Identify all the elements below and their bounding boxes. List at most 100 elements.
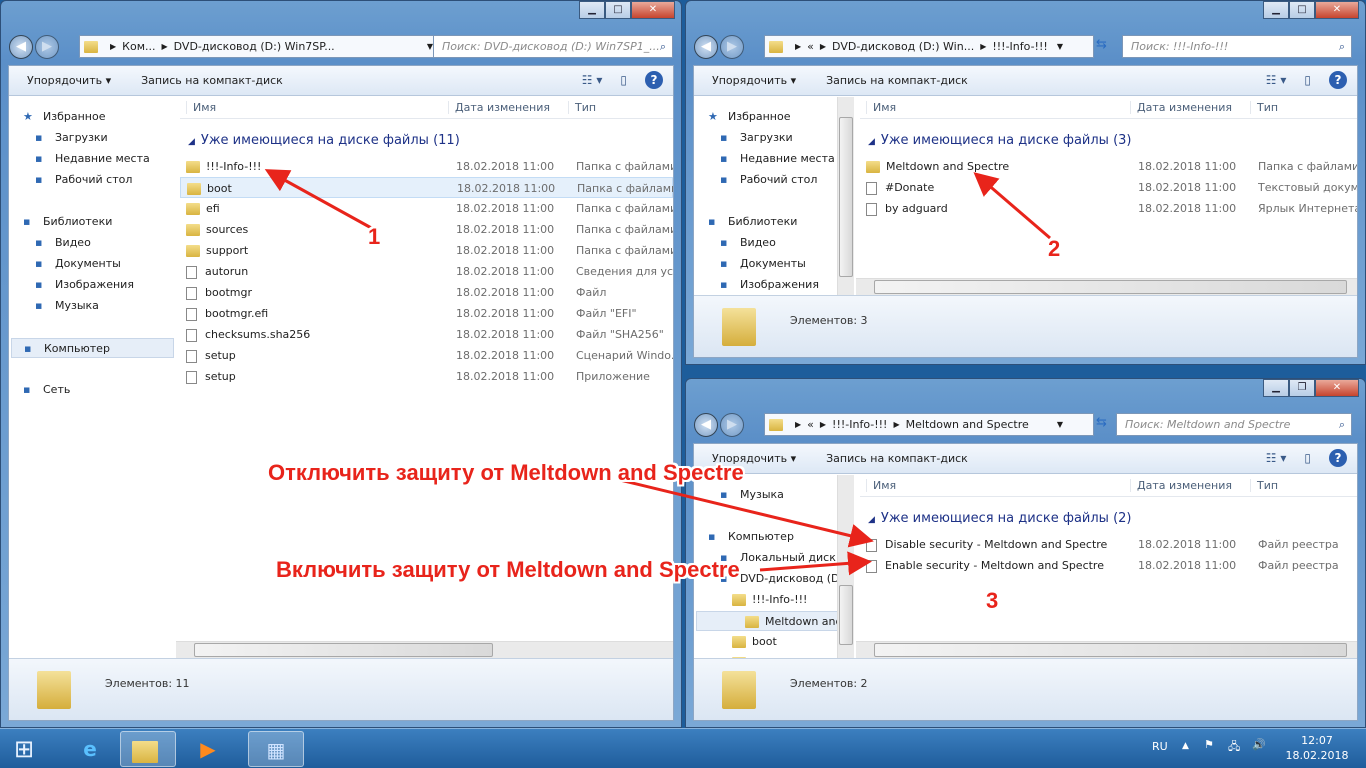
organize-button[interactable]: Упорядочить ▾: [712, 74, 796, 87]
file-row[interactable]: by adguard 18.02.2018 11:00 Ярлык Интернет…: [860, 198, 1357, 219]
column-header[interactable]: Дата изменения: [448, 101, 550, 114]
help-icon[interactable]: ?: [1329, 449, 1347, 467]
file-row[interactable]: bootmgr 18.02.2018 11:00 Файл: [180, 282, 673, 303]
close-button[interactable]: ✕: [1315, 379, 1359, 397]
nav-item[interactable]: Meltdown and Spectre: [696, 611, 854, 631]
breadcrumb-separator-icon[interactable]: ▶: [980, 42, 986, 51]
file-row[interactable]: setup 18.02.2018 11:00 Приложение: [180, 366, 673, 387]
column-header[interactable]: Имя: [866, 101, 896, 114]
change-view-icon[interactable]: ☷ ▾: [582, 73, 603, 87]
close-button[interactable]: ✕: [631, 1, 675, 19]
breadcrumb-separator-icon[interactable]: ▶: [795, 42, 801, 51]
file-row[interactable]: sources 18.02.2018 11:00 Папка с файлами: [180, 219, 673, 240]
nav-item[interactable]: ▪ Изображения: [35, 275, 174, 295]
forward-button[interactable]: ▶: [720, 35, 744, 59]
breadcrumb-separator-icon[interactable]: ▶: [820, 42, 826, 51]
search-icon[interactable]: ⌕: [1339, 418, 1345, 432]
column-header[interactable]: Тип: [1250, 101, 1278, 114]
breadcrumb-separator-icon[interactable]: ▶: [161, 42, 167, 51]
minimize-button[interactable]: ▁: [1263, 1, 1289, 19]
control-panel-button[interactable]: ▦: [248, 731, 304, 767]
horizontal-scrollbar-thumb[interactable]: [194, 643, 493, 657]
organize-button[interactable]: Упорядочить ▾: [27, 74, 111, 87]
search-icon[interactable]: ⌕: [660, 40, 666, 54]
back-button[interactable]: ◀: [694, 413, 718, 437]
back-button[interactable]: ◀: [694, 35, 718, 59]
breadcrumb-item[interactable]: Meltdown and Spectre: [906, 418, 1029, 431]
burn-to-disc-button[interactable]: Запись на компакт-диск: [826, 452, 968, 465]
file-row[interactable]: bootmgr.efi 18.02.2018 11:00 Файл "EFI": [180, 303, 673, 324]
search-input[interactable]: Поиск: Meltdown and Spectre ⌕: [1116, 413, 1352, 436]
nav-item[interactable]: ▪ Библиотеки: [708, 212, 854, 232]
search-icon[interactable]: ⌕: [1339, 40, 1345, 54]
clock[interactable]: 12:07 18.02.2018: [1282, 733, 1352, 763]
breadcrumb-item[interactable]: DVD-дисковод (D:) Win7SP...: [174, 40, 335, 53]
nav-item[interactable]: ★ Избранное: [708, 107, 854, 127]
group-header[interactable]: ◢ Уже имеющиеся на диске файлы (2): [868, 511, 1132, 526]
column-header[interactable]: Имя: [866, 479, 896, 492]
nav-item[interactable]: ▪ Изображения: [720, 275, 854, 295]
file-row[interactable]: support 18.02.2018 11:00 Папка с файлами: [180, 240, 673, 261]
address-bar[interactable]: ▶ Ком... ▶ DVD-дисковод (D:) Win7SP... ▼: [79, 35, 464, 58]
file-row[interactable]: Meltdown and Spectre 18.02.2018 11:00 Папк…: [860, 156, 1357, 177]
group-header[interactable]: ◢ Уже имеющиеся на диске файлы (3): [868, 133, 1132, 148]
change-view-icon[interactable]: ☷ ▾: [1266, 451, 1287, 465]
nav-item[interactable]: ▪ Документы: [35, 254, 174, 274]
burn-to-disc-button[interactable]: Запись на компакт-диск: [141, 74, 283, 87]
file-row[interactable]: boot 18.02.2018 11:00 Папка с файлами: [180, 177, 673, 198]
file-row[interactable]: Disable security - Meltdown and Spectre 1…: [860, 534, 1357, 555]
nav-item[interactable]: boot: [732, 632, 854, 652]
network-tray-icon[interactable]: 🖧: [1228, 738, 1240, 757]
preview-pane-icon[interactable]: ▯: [1304, 451, 1311, 465]
refresh-icon[interactable]: ⇆: [1096, 415, 1107, 430]
back-button[interactable]: ◀: [9, 35, 33, 59]
breadcrumb-item[interactable]: DVD-дисковод (D:) Win...: [832, 40, 974, 53]
horizontal-scrollbar-thumb[interactable]: [874, 643, 1347, 657]
collapse-group-icon[interactable]: ◢: [188, 137, 195, 147]
minimize-button[interactable]: ▁: [579, 1, 605, 19]
file-row[interactable]: checksums.sha256 18.02.2018 11:00 Файл "SH…: [180, 324, 673, 345]
column-header[interactable]: Имя: [186, 101, 216, 114]
breadcrumb-separator-icon[interactable]: ▶: [110, 42, 116, 51]
nav-item[interactable]: ▪ DVD-дисковод (D:): [720, 569, 854, 589]
breadcrumb-separator-icon[interactable]: ▶: [795, 420, 801, 429]
nav-item[interactable]: ▪ Загрузки: [35, 128, 174, 148]
nav-scrollbar-thumb[interactable]: [839, 585, 853, 645]
search-input[interactable]: Поиск: !!!-Info-!!! ⌕: [1122, 35, 1352, 58]
file-row[interactable]: setup 18.02.2018 11:00 Сценарий Windo...: [180, 345, 673, 366]
file-row[interactable]: efi 18.02.2018 11:00 Папка с файлами: [180, 198, 673, 219]
nav-scrollbar[interactable]: [837, 475, 854, 658]
nav-item[interactable]: ▪ Библиотеки: [23, 212, 174, 232]
breadcrumb-item[interactable]: !!!-Info-!!!: [992, 40, 1047, 53]
file-row[interactable]: autorun 18.02.2018 11:00 Сведения для уст.…: [180, 261, 673, 282]
help-icon[interactable]: ?: [645, 71, 663, 89]
nav-item[interactable]: ▪ Рабочий стол: [720, 170, 854, 190]
horizontal-scrollbar[interactable]: [176, 641, 673, 658]
show-hidden-icons-button[interactable]: ▲: [1182, 741, 1189, 751]
address-bar[interactable]: ▶ « ▶ !!!-Info-!!! ▶ Meltdown and Spectre ▼: [764, 413, 1094, 436]
media-player-button[interactable]: ▶: [180, 731, 236, 767]
nav-item[interactable]: ▪ Недавние места: [35, 149, 174, 169]
nav-scrollbar-thumb[interactable]: [839, 117, 853, 277]
collapse-group-icon[interactable]: ◢: [868, 137, 875, 147]
search-input[interactable]: Поиск: DVD-дисковод (D:) Win7SP1_... ⌕: [433, 35, 673, 58]
nav-item[interactable]: ▪ Компьютер: [11, 338, 174, 358]
horizontal-scrollbar-thumb[interactable]: [874, 280, 1347, 294]
forward-button[interactable]: ▶: [35, 35, 59, 59]
volume-icon[interactable]: 🔊: [1252, 738, 1266, 751]
nav-item[interactable]: ▪ Локальный диск: [720, 548, 854, 568]
nav-item[interactable]: ▪ Компьютер: [708, 527, 854, 547]
breadcrumb-item[interactable]: «: [807, 418, 814, 431]
restore-button[interactable]: ❐: [1289, 379, 1315, 397]
breadcrumb-item[interactable]: !!!-Info-!!!: [832, 418, 887, 431]
nav-item[interactable]: ▪ Видео: [35, 233, 174, 253]
refresh-icon[interactable]: ⇆: [1096, 37, 1107, 52]
address-dropdown-icon[interactable]: ▼: [1057, 420, 1063, 429]
nav-item[interactable]: ▪ Видео: [720, 233, 854, 253]
nav-item[interactable]: ▪ Музыка: [35, 296, 174, 316]
column-header[interactable]: Дата изменения: [1130, 101, 1232, 114]
preview-pane-icon[interactable]: ▯: [1304, 73, 1311, 87]
nav-item[interactable]: ★ Избранное: [23, 107, 174, 127]
maximize-button[interactable]: □: [1289, 1, 1315, 19]
minimize-button[interactable]: ▁: [1263, 379, 1289, 397]
